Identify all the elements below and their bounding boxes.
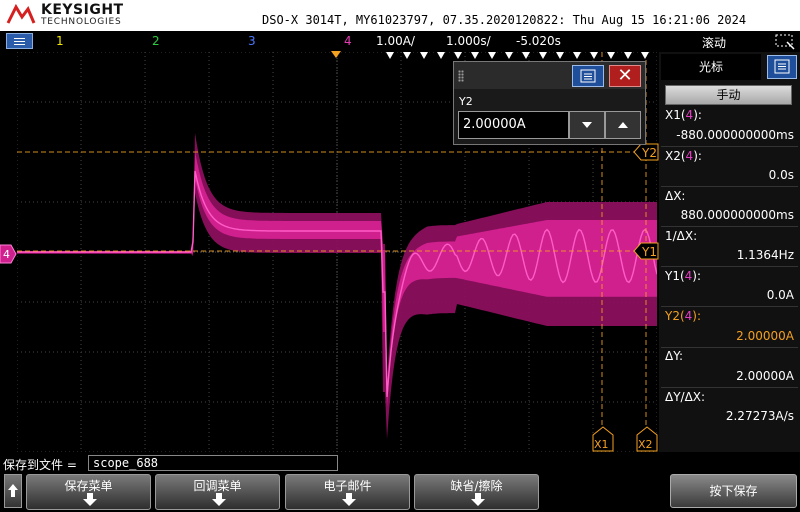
status-bar: 1 2 3 4 1.00A/ 1.000s/ -5.020s 滚动 [0,31,800,51]
main-menu-button[interactable] [6,33,33,49]
softkey-back-button[interactable] [4,474,22,508]
acquisition-mode: 滚动 [702,36,727,50]
drag-handle-icon[interactable] [458,70,464,82]
ground-marker-label: 4 [3,248,10,261]
delta-x-value: 880.000000000ms [680,208,794,222]
acquisition-progress-icon [386,52,649,59]
y1-value[interactable]: 0.0A [767,288,794,302]
email-button[interactable]: 电子邮件 [285,474,410,510]
x1-cursor-flag[interactable]: X1 [592,426,614,452]
svg-text:Y2: Y2 [641,146,657,160]
x1-label: X1(4): [665,108,702,122]
channel-2-label[interactable]: 2 [152,34,160,48]
cursor-mode-button[interactable]: 手动 [665,85,792,105]
device-info: DSO-X 3014T, MY61023797, 07.35.202012082… [262,13,747,27]
x2-value[interactable]: 0.0s [769,168,794,182]
default-erase-button[interactable]: 缺省/擦除 [414,474,539,510]
save-menu-button[interactable]: 保存菜单 [26,474,151,510]
keysight-logo-icon [6,3,36,24]
file-name-input[interactable]: scope_688 [88,455,338,471]
y2-value-input[interactable]: 2.00000A [458,111,569,139]
time-delay: -5.020s [516,34,561,48]
cursor-side-panel: 光标 手动 X1(4): -880.000000000ms X2(4): 0.0… [659,52,800,452]
channel-4-scale: 1.00A/ [376,34,415,48]
recall-menu-button[interactable]: 回调菜单 [155,474,280,510]
dialog-menu-button[interactable] [572,65,604,87]
arrow-down-icon [471,493,485,506]
y2-value[interactable]: 2.00000A [736,329,794,343]
arrow-up-icon [618,122,628,128]
svg-text:Y1: Y1 [641,245,657,259]
y2-field-label: Y2 [459,95,473,108]
channel-4-label[interactable]: 4 [344,34,352,48]
arrow-up-icon [8,484,18,497]
channel-3-label[interactable]: 3 [248,34,256,48]
y2-cursor-dialog: ✕ Y2 2.00000A [453,61,646,145]
y1-cursor-flag[interactable]: Y1 [633,242,659,260]
dialog-close-button[interactable]: ✕ [609,65,641,87]
menu-icon [774,59,790,74]
svg-text:X2: X2 [638,438,653,451]
title-bar: KEYSIGHT TECHNOLOGIES DSO-X 3014T, MY610… [0,0,800,31]
brand-subtitle: TECHNOLOGIES [41,17,122,27]
delta-y-label: ΔY: [665,349,683,363]
arrow-down-icon [83,493,97,506]
trigger-position-icon [331,51,341,58]
time-scale: 1.000s/ [446,34,491,48]
delta-y-value: 2.00000A [736,369,794,383]
x2-label: X2(4): [665,149,702,163]
softkey-bar: 保存到文件 = scope_688 保存菜单 回调菜单 电子邮件 缺省/擦除 按… [0,452,800,512]
delta-y-over-delta-x-value: 2.27273A/s [725,409,794,423]
x1-value[interactable]: -880.000000000ms [676,128,794,142]
save-to-file-label: 保存到文件 = [3,458,77,472]
side-panel-menu-button[interactable] [767,55,797,79]
dialog-header[interactable]: ✕ [454,62,645,89]
brand-name: KEYSIGHT [41,2,124,18]
close-icon: ✕ [617,65,633,86]
channel-4-ground-marker[interactable]: 4 [0,243,17,265]
arrow-down-icon [582,122,592,128]
delta-x-label: ΔX: [665,189,686,203]
inverse-delta-x-label: 1/ΔX: [665,229,698,243]
x2-cursor-flag[interactable]: X2 [636,426,658,452]
channel-1-label[interactable]: 1 [56,34,64,48]
y2-decrement-button[interactable] [569,111,605,139]
press-save-button[interactable]: 按下保存 [670,474,797,508]
y1-label: Y1(4): [665,269,702,283]
y2-increment-button[interactable] [605,111,641,139]
arrow-down-icon [212,493,226,506]
delta-y-over-delta-x-label: ΔY/ΔX: [665,390,706,404]
inverse-delta-x-value: 1.1364Hz [736,248,794,262]
arrow-down-icon [342,493,356,506]
menu-icon [580,69,596,83]
svg-text:X1: X1 [594,438,609,451]
y2-label: Y2(4): [665,309,702,323]
tab-cursors[interactable]: 光标 [661,54,761,80]
screen-select-icon[interactable] [774,33,796,50]
y2-cursor-flag[interactable]: Y2 [633,143,659,161]
